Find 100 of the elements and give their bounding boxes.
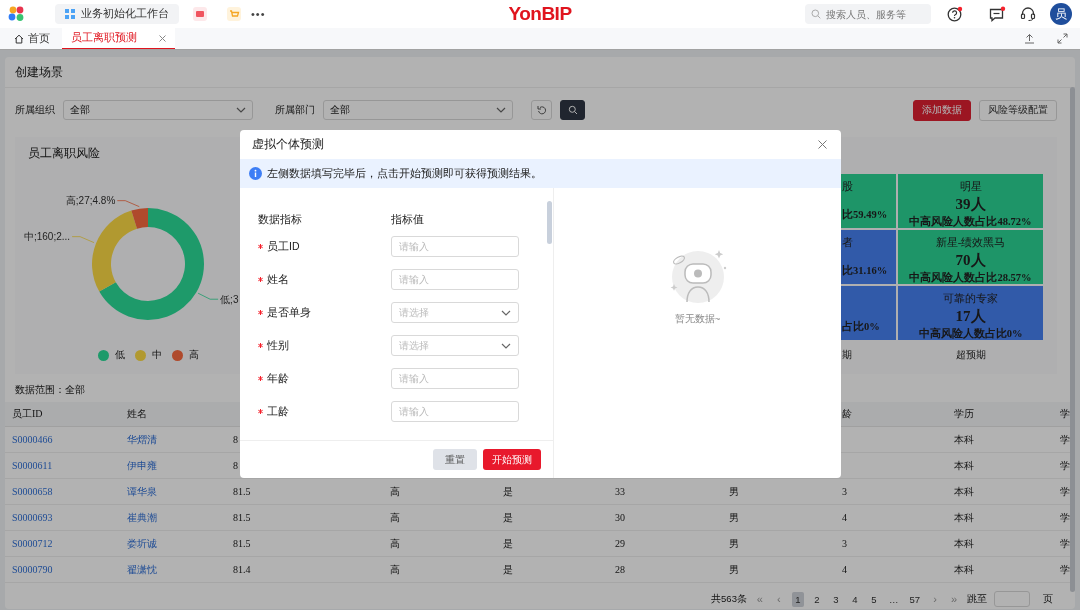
cell-count: 39人 (955, 195, 986, 214)
action-button[interactable]: 添加数据 (913, 99, 971, 121)
page-title: 创建场景 (15, 65, 63, 80)
input-field[interactable]: 请输入 (391, 368, 519, 389)
table-cell-text: 本科 (953, 458, 975, 473)
table-link[interactable]: 娄圻诚 (120, 536, 232, 551)
table-link[interactable]: 翟潇忱 (120, 562, 232, 577)
upload-icon[interactable] (1024, 33, 1035, 44)
message-icon[interactable] (989, 6, 1006, 22)
axis-label: 期 (841, 348, 852, 362)
table-cell-text: 本科 (953, 536, 975, 551)
last-page-button[interactable]: » (948, 591, 960, 607)
table-cell-text: 学 (1060, 432, 1071, 447)
page-button[interactable]: 57 (907, 591, 922, 607)
table-cell-text: 是 (502, 510, 514, 525)
tab[interactable]: 员工离职预测 (62, 28, 175, 49)
logo: YonBIP (508, 3, 572, 25)
search-button[interactable] (560, 100, 585, 120)
column-header: 学 (1060, 407, 1071, 421)
table-link[interactable]: 谭华泉 (120, 484, 232, 499)
column-header: 数据指标 (258, 211, 303, 227)
column-header: 姓名 (126, 407, 148, 421)
predict-button[interactable]: 开始预测 (483, 449, 541, 470)
cell-share: 比59.49% (842, 208, 888, 222)
input-field[interactable]: 请输入 (391, 236, 519, 257)
total-count: 共563条 (711, 592, 747, 606)
close-icon[interactable] (818, 140, 827, 150)
scrollbar[interactable] (1070, 87, 1075, 592)
leader-line (116, 200, 140, 208)
user-avatar[interactable]: 员 (1050, 3, 1072, 25)
tab[interactable]: 首页 (6, 28, 58, 49)
table-cell-text: 28 (614, 564, 626, 575)
input-field[interactable]: 请输入 (391, 269, 519, 290)
chevron-down-icon (501, 309, 511, 316)
first-page-button[interactable]: « (753, 591, 766, 607)
notice-text: 左侧数据填写完毕后，点击开始预测即可获得预测结果。 (267, 166, 542, 182)
filter-select[interactable]: 全部 (63, 100, 253, 120)
table-link[interactable]: S0000712 (5, 538, 120, 549)
app-logo-icon[interactable] (8, 6, 25, 22)
table-cell-text: 是 (502, 484, 514, 499)
page-button[interactable]: 1 (791, 591, 804, 607)
column-header: 龄 (841, 407, 853, 421)
page-input[interactable] (994, 591, 1030, 607)
table-link[interactable]: S0000790 (5, 564, 120, 575)
table-cell-text: 33 (614, 486, 626, 497)
table-link[interactable]: 华熠清 (120, 432, 232, 447)
table-cell-text: 是 (502, 562, 514, 577)
help-icon[interactable] (947, 6, 963, 22)
page-unit: 页 (1043, 592, 1053, 606)
field-label: 是否单身 (267, 305, 311, 320)
search-icon (811, 9, 821, 19)
column-header: 学历 (953, 407, 975, 421)
cell-title: 股 (842, 180, 853, 194)
filter-select[interactable]: 全部 (323, 100, 513, 120)
cell-count: 70人 (955, 251, 986, 270)
more-button[interactable]: ••• (251, 8, 266, 20)
table-cell-text: 学 (1060, 458, 1071, 473)
cell-share: 中高风险人数占比0% (918, 327, 1023, 341)
table-cell-text: 81.5 (232, 486, 252, 497)
table-link[interactable]: S0000658 (5, 486, 120, 497)
column-header: 指标值 (391, 211, 425, 227)
table-cell-text: 本科 (953, 484, 975, 499)
card-icon[interactable] (193, 7, 207, 21)
input-field[interactable]: 请输入 (391, 401, 519, 422)
table-cell-text: 3 (841, 538, 848, 549)
action-button[interactable]: 风险等级配置 (979, 99, 1057, 121)
table-link[interactable]: S0000611 (5, 460, 120, 471)
table-cell-text: 4 (841, 512, 848, 523)
cell-share: 中高风险人数占比28.57% (909, 271, 1032, 285)
prev-page-button[interactable]: ‹ (772, 591, 785, 607)
panel-title: 员工离职风险 (28, 146, 100, 161)
next-page-button[interactable]: › (929, 591, 941, 607)
table-cell-text: 学 (1060, 484, 1071, 499)
page-button[interactable]: 3 (829, 591, 842, 607)
page-button[interactable]: 4 (848, 591, 861, 607)
table-link[interactable]: S0000466 (5, 434, 120, 445)
undo-icon (536, 105, 547, 115)
cell-title: 者 (842, 236, 853, 250)
reset-button[interactable] (531, 100, 552, 120)
grid-icon (65, 9, 75, 19)
page-button[interactable]: 2 (810, 591, 823, 607)
page-button[interactable]: 5 (867, 591, 880, 607)
page-button[interactable]: … (886, 591, 901, 607)
chevron-down-icon (236, 107, 246, 113)
field-label: 员工ID (267, 239, 300, 254)
scrollbar[interactable] (547, 201, 552, 244)
table-link[interactable]: 伊申雍 (120, 458, 232, 473)
cell-share: 比31.16% (842, 264, 888, 278)
table-cell-text: 3 (841, 486, 848, 497)
column-header: 员工ID (11, 407, 44, 421)
search-field[interactable]: 搜索人员、服务等 (805, 4, 931, 24)
data-label: 高;27;4.8% (65, 195, 116, 207)
table-link[interactable]: S0000693 (5, 512, 120, 523)
reset-button[interactable]: 重置 (433, 449, 477, 470)
data-scope: 数据范围：全部 (15, 383, 85, 397)
close-icon[interactable] (159, 34, 166, 42)
fullscreen-icon[interactable] (1057, 33, 1068, 44)
workspace-button[interactable]: 业务初始化工作台 (55, 4, 179, 24)
headset-icon[interactable] (1020, 6, 1036, 22)
table-link[interactable]: 崔典潮 (120, 510, 232, 525)
